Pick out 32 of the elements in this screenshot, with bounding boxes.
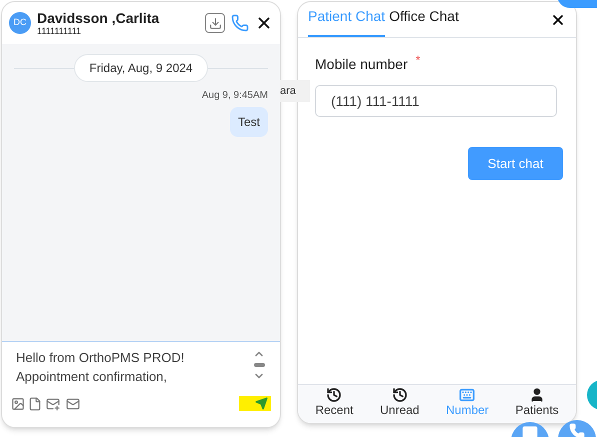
message-text: Appointment confirmation, [16, 368, 168, 386]
history-icon [326, 387, 342, 403]
nav-tab[interactable]: Patients [515, 387, 559, 418]
keyboard-icon [459, 387, 476, 403]
history-icon [392, 387, 408, 403]
scroll-thumb[interactable] [254, 363, 264, 367]
background-text: ara [280, 84, 296, 99]
message-text: Hello from OrthoPMS PROD! [16, 349, 186, 367]
phone-icon [569, 423, 585, 437]
avatar: DC [9, 12, 31, 34]
field-label: Mobile number [315, 55, 408, 74]
input-field[interactable]: (111) 111-1111 [315, 85, 557, 117]
contact-phone: 1111111111 [37, 26, 82, 36]
contact-name: Davidsson ,Carlita [37, 10, 160, 26]
nav-tab[interactable]: Recent [315, 387, 354, 418]
person-icon [528, 387, 545, 403]
tab[interactable]: Office Chat [389, 6, 459, 37]
file-icon[interactable] [28, 396, 42, 410]
message-bubble: Test [230, 107, 268, 137]
required-mark: * [416, 54, 420, 69]
phone-button[interactable] [231, 14, 249, 32]
download-button[interactable] [205, 13, 225, 33]
send-icon [255, 397, 268, 410]
send-button[interactable] [239, 396, 271, 411]
image-icon[interactable] [11, 396, 25, 410]
close-button[interactable] [550, 12, 566, 28]
date-pill: Friday, Aug, 9 2024 [74, 54, 208, 82]
download-icon [208, 16, 222, 30]
message-time: Aug 9, 9:45AM [202, 89, 268, 103]
mail-icon[interactable] [64, 396, 82, 410]
mail-plus-icon[interactable] [45, 396, 61, 410]
nav-tab[interactable]: Unread [380, 387, 420, 418]
